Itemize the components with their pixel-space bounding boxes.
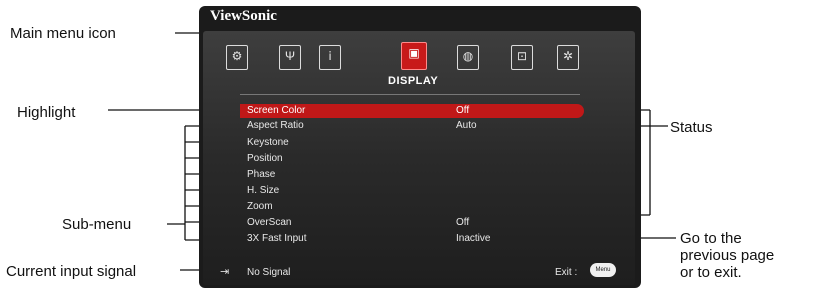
menu-row-screen-color[interactable]: Screen Color Off: [240, 104, 584, 118]
input-icon[interactable]: ⊡: [511, 45, 533, 70]
menu-row-3x-fast-input[interactable]: 3X Fast Input Inactive: [240, 232, 584, 246]
menu-row-h-size[interactable]: H. Size: [240, 184, 584, 198]
row-label: Screen Color: [247, 105, 306, 116]
menu-button[interactable]: Menu: [590, 263, 616, 277]
callout-sub-menu: Sub-menu: [62, 216, 132, 233]
row-value: Off: [456, 217, 470, 228]
wrench-icon[interactable]: Ψ: [279, 45, 301, 70]
menu-row-zoom[interactable]: Zoom: [240, 200, 584, 214]
row-value: Off: [456, 105, 470, 116]
callout-current-input-signal: Current input signal: [6, 263, 137, 280]
callout-main-menu-icon: Main menu icon: [10, 25, 116, 42]
settings-icon[interactable]: ✲: [557, 45, 579, 70]
callout-status: Status: [670, 119, 713, 136]
callout-highlight: Highlight: [17, 104, 76, 121]
menu-row-position[interactable]: Position: [240, 152, 584, 166]
gear-icon[interactable]: ⚙: [226, 45, 248, 70]
callout-go-back-line3: or to exit.: [680, 264, 742, 281]
callout-go-back-line1: Go to the: [680, 230, 742, 247]
row-label: OverScan: [247, 217, 292, 228]
display-icon[interactable]: ▣: [401, 42, 427, 70]
menu-row-phase[interactable]: Phase: [240, 168, 584, 182]
row-label: Phase: [247, 169, 276, 180]
row-label: 3X Fast Input: [247, 233, 307, 244]
menu-title: DISPLAY: [388, 75, 439, 87]
callout-go-back-line2: previous page: [680, 247, 775, 264]
signal-status: No Signal: [247, 267, 291, 278]
menu-row-overscan[interactable]: OverScan Off: [240, 216, 584, 230]
row-label: Aspect Ratio: [247, 120, 304, 131]
row-label: Position: [247, 153, 283, 164]
menu-row-keystone[interactable]: Keystone: [240, 136, 584, 150]
info-icon[interactable]: ⅰ: [319, 45, 341, 70]
row-label: Zoom: [247, 201, 273, 212]
row-label: Keystone: [247, 137, 289, 148]
row-label: H. Size: [247, 185, 280, 196]
row-value: Auto: [456, 120, 477, 131]
brand-logo: ViewSonic: [210, 8, 277, 24]
row-value: Inactive: [456, 233, 491, 244]
globe-icon[interactable]: ◍: [457, 45, 479, 70]
menu-row-aspect-ratio[interactable]: Aspect Ratio Auto: [240, 119, 584, 133]
input-signal-icon: ⇥: [220, 266, 230, 278]
divider: [240, 94, 580, 95]
exit-label: Exit :: [555, 267, 578, 278]
